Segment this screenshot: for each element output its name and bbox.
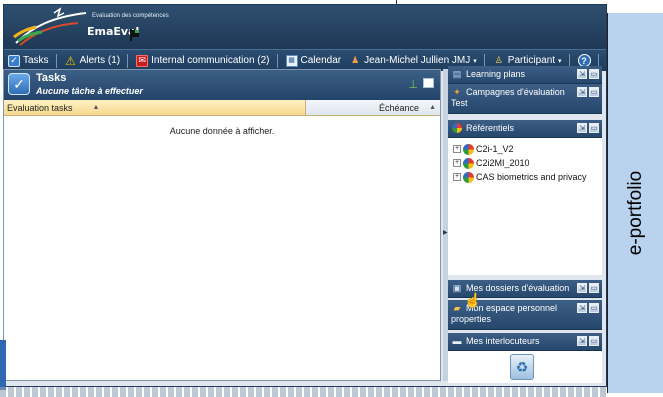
- maximize-icon[interactable]: ▭: [589, 303, 599, 313]
- tasks-panel: ✓ Tasks Aucune tâche à effectuer ⊥ Evalu…: [3, 69, 441, 381]
- column-echeance-label: Échéance: [379, 102, 420, 113]
- column-echeance[interactable]: Échéance ▲: [306, 100, 440, 115]
- chevron-down-icon: ▾: [473, 57, 477, 65]
- tree-item-label: C2i-1_V2: [476, 144, 514, 154]
- recycle-bin-icon[interactable]: ♻: [510, 354, 534, 380]
- menu-alerts[interactable]: ⚠ Alerts (1): [61, 50, 133, 71]
- panel-referentiels[interactable]: Référentiels ⇲ ▭: [448, 120, 602, 138]
- panel-mes-dossiers[interactable]: ▣ Mes dossiers d'évaluation ☝ ⇲ ▭: [448, 280, 602, 308]
- tasks-panel-header: ✓ Tasks Aucune tâche à effectuer ⊥: [4, 70, 440, 100]
- panel-buttons: ⇲ ▭: [577, 69, 599, 79]
- logo-tagline: Evaluation des compétences: [92, 13, 169, 19]
- maximize-icon[interactable]: ▭: [589, 123, 599, 133]
- menu-internal-communication-label: Internal communication (2): [151, 55, 270, 66]
- referentiel-icon: [463, 157, 474, 169]
- chevron-down-icon: ▾: [558, 57, 562, 65]
- tree-item-label: CAS biometrics and privacy: [476, 172, 587, 182]
- panel-learning-plans[interactable]: ▤ Learning plans ⇲ ▭: [448, 66, 602, 84]
- logo-swoosh-icon: [13, 7, 87, 46]
- panel-buttons: ⇲ ▭: [577, 303, 599, 313]
- menu-calendar-label: Calendar: [300, 55, 342, 66]
- alert-icon: ⚠: [65, 53, 76, 68]
- column-evaluation-tasks-label: Evaluation tasks: [7, 102, 73, 113]
- menu-divider: [127, 53, 129, 68]
- chevron-right-icon: ▶: [443, 230, 448, 236]
- panel-mes-dossiers-label: Mes dossiers d'évaluation: [466, 283, 570, 293]
- panel-campagnes[interactable]: ✦ Campagnes d'évaluation Test ⇲ ▭: [448, 84, 602, 114]
- expand-icon[interactable]: ⇲: [577, 336, 587, 346]
- sort-asc-icon: ▲: [92, 104, 100, 111]
- hand-cursor-icon: ☝: [464, 292, 482, 308]
- mail-icon: ✉: [136, 54, 149, 67]
- expand-icon[interactable]: ⇲: [577, 123, 587, 133]
- user-icon: ♟: [351, 55, 360, 65]
- expand-icon[interactable]: ⇲: [577, 283, 587, 293]
- expand-icon[interactable]: ⇲: [577, 87, 587, 97]
- eportfolio-label: e-portfolio: [625, 170, 646, 256]
- expand-plus-icon[interactable]: +: [453, 145, 461, 153]
- expand-plus-icon[interactable]: +: [453, 159, 461, 167]
- tasks-grid-header: Evaluation tasks ▲ Échéance ▲: [4, 100, 440, 116]
- tasks-panel-title: Tasks: [36, 72, 67, 84]
- menu-divider: [276, 53, 278, 68]
- panel-referentiels-label: Référentiels: [466, 123, 515, 133]
- eportfolio-side-panel: e-portfolio: [607, 13, 663, 393]
- tasks-panel-icon: ✓: [8, 73, 30, 95]
- list-view-icon[interactable]: [423, 78, 434, 88]
- calendar-icon: ▦: [285, 54, 298, 67]
- expand-plus-icon[interactable]: +: [453, 173, 461, 181]
- left-edge-strip: [0, 340, 6, 390]
- app-header: Evaluation des compétences EmaEval: [4, 5, 606, 49]
- trash-area: ♻: [448, 351, 602, 383]
- maximize-icon[interactable]: ▭: [589, 283, 599, 293]
- referentiel-icon: [451, 123, 463, 133]
- participant-icon: ♙: [494, 55, 503, 65]
- emaeval-logo[interactable]: Evaluation des compétences EmaEval: [12, 7, 182, 47]
- menu-calendar[interactable]: ▦ Calendar: [282, 50, 346, 71]
- panel-mes-interlocuteurs-label: Mes interlocuteurs: [466, 336, 540, 346]
- dossier-icon: ▣: [452, 283, 462, 293]
- menu-tasks[interactable]: ✓ Tasks: [4, 50, 61, 71]
- sort-asc-icon: ▲: [429, 104, 436, 111]
- tree-item[interactable]: + C2i2MI_2010: [448, 156, 602, 170]
- tasks-panel-subtitle: Aucune tâche à effectuer: [36, 86, 143, 96]
- tree-item[interactable]: + C2i-1_V2: [448, 142, 602, 156]
- learning-plans-icon: ▤: [452, 69, 462, 79]
- menu-internal-communication[interactable]: ✉ Internal communication (2): [132, 50, 281, 71]
- user-name: Jean-Michel Jullien JMJ: [364, 55, 471, 66]
- role-name: Participant: [507, 55, 556, 66]
- right-column: ▤ Learning plans ⇲ ▭ ✦ Campagnes d'évalu…: [448, 66, 602, 383]
- tree-item-label: C2i2MI_2010: [476, 158, 530, 168]
- bottom-edge-strip: [0, 387, 607, 397]
- referentiel-icon: [463, 143, 474, 155]
- tasks-panel-tools: ⊥: [408, 78, 434, 91]
- contacts-icon: ▬: [452, 336, 462, 346]
- referentiels-tree: + C2i-1_V2 + C2i2MI_2010 + CAS biometric…: [448, 138, 602, 275]
- tree-item[interactable]: + CAS biometrics and privacy: [448, 170, 602, 184]
- panel-mes-interlocuteurs[interactable]: ▬ Mes interlocuteurs ⇲ ▭: [448, 333, 602, 351]
- menu-alerts-label: Alerts (1): [79, 55, 121, 66]
- empty-message: Aucune donnée à afficher.: [169, 126, 275, 136]
- panel-buttons: ⇲ ▭: [577, 283, 599, 293]
- tree-view-icon[interactable]: ⊥: [408, 78, 418, 91]
- referentiel-icon: [463, 171, 474, 183]
- panel-campagnes-label: Campagnes d'évaluation Test: [451, 87, 565, 108]
- panel-buttons: ⇲ ▭: [577, 123, 599, 133]
- maximize-icon[interactable]: ▭: [589, 69, 599, 79]
- maximize-icon[interactable]: ▭: [589, 336, 599, 346]
- tasks-icon: ✓: [8, 54, 20, 67]
- panel-buttons: ⇲ ▭: [577, 336, 599, 346]
- maximize-icon[interactable]: ▭: [589, 87, 599, 97]
- menu-divider: [55, 53, 57, 68]
- menu-tasks-label: Tasks: [23, 55, 49, 66]
- expand-icon[interactable]: ⇲: [577, 303, 587, 313]
- flag-icon: [130, 29, 139, 41]
- expand-icon[interactable]: ⇲: [577, 69, 587, 79]
- column-evaluation-tasks[interactable]: Evaluation tasks ▲: [4, 100, 306, 115]
- panel-buttons: ⇲ ▭: [577, 87, 599, 97]
- panel-learning-plans-label: Learning plans: [466, 69, 526, 79]
